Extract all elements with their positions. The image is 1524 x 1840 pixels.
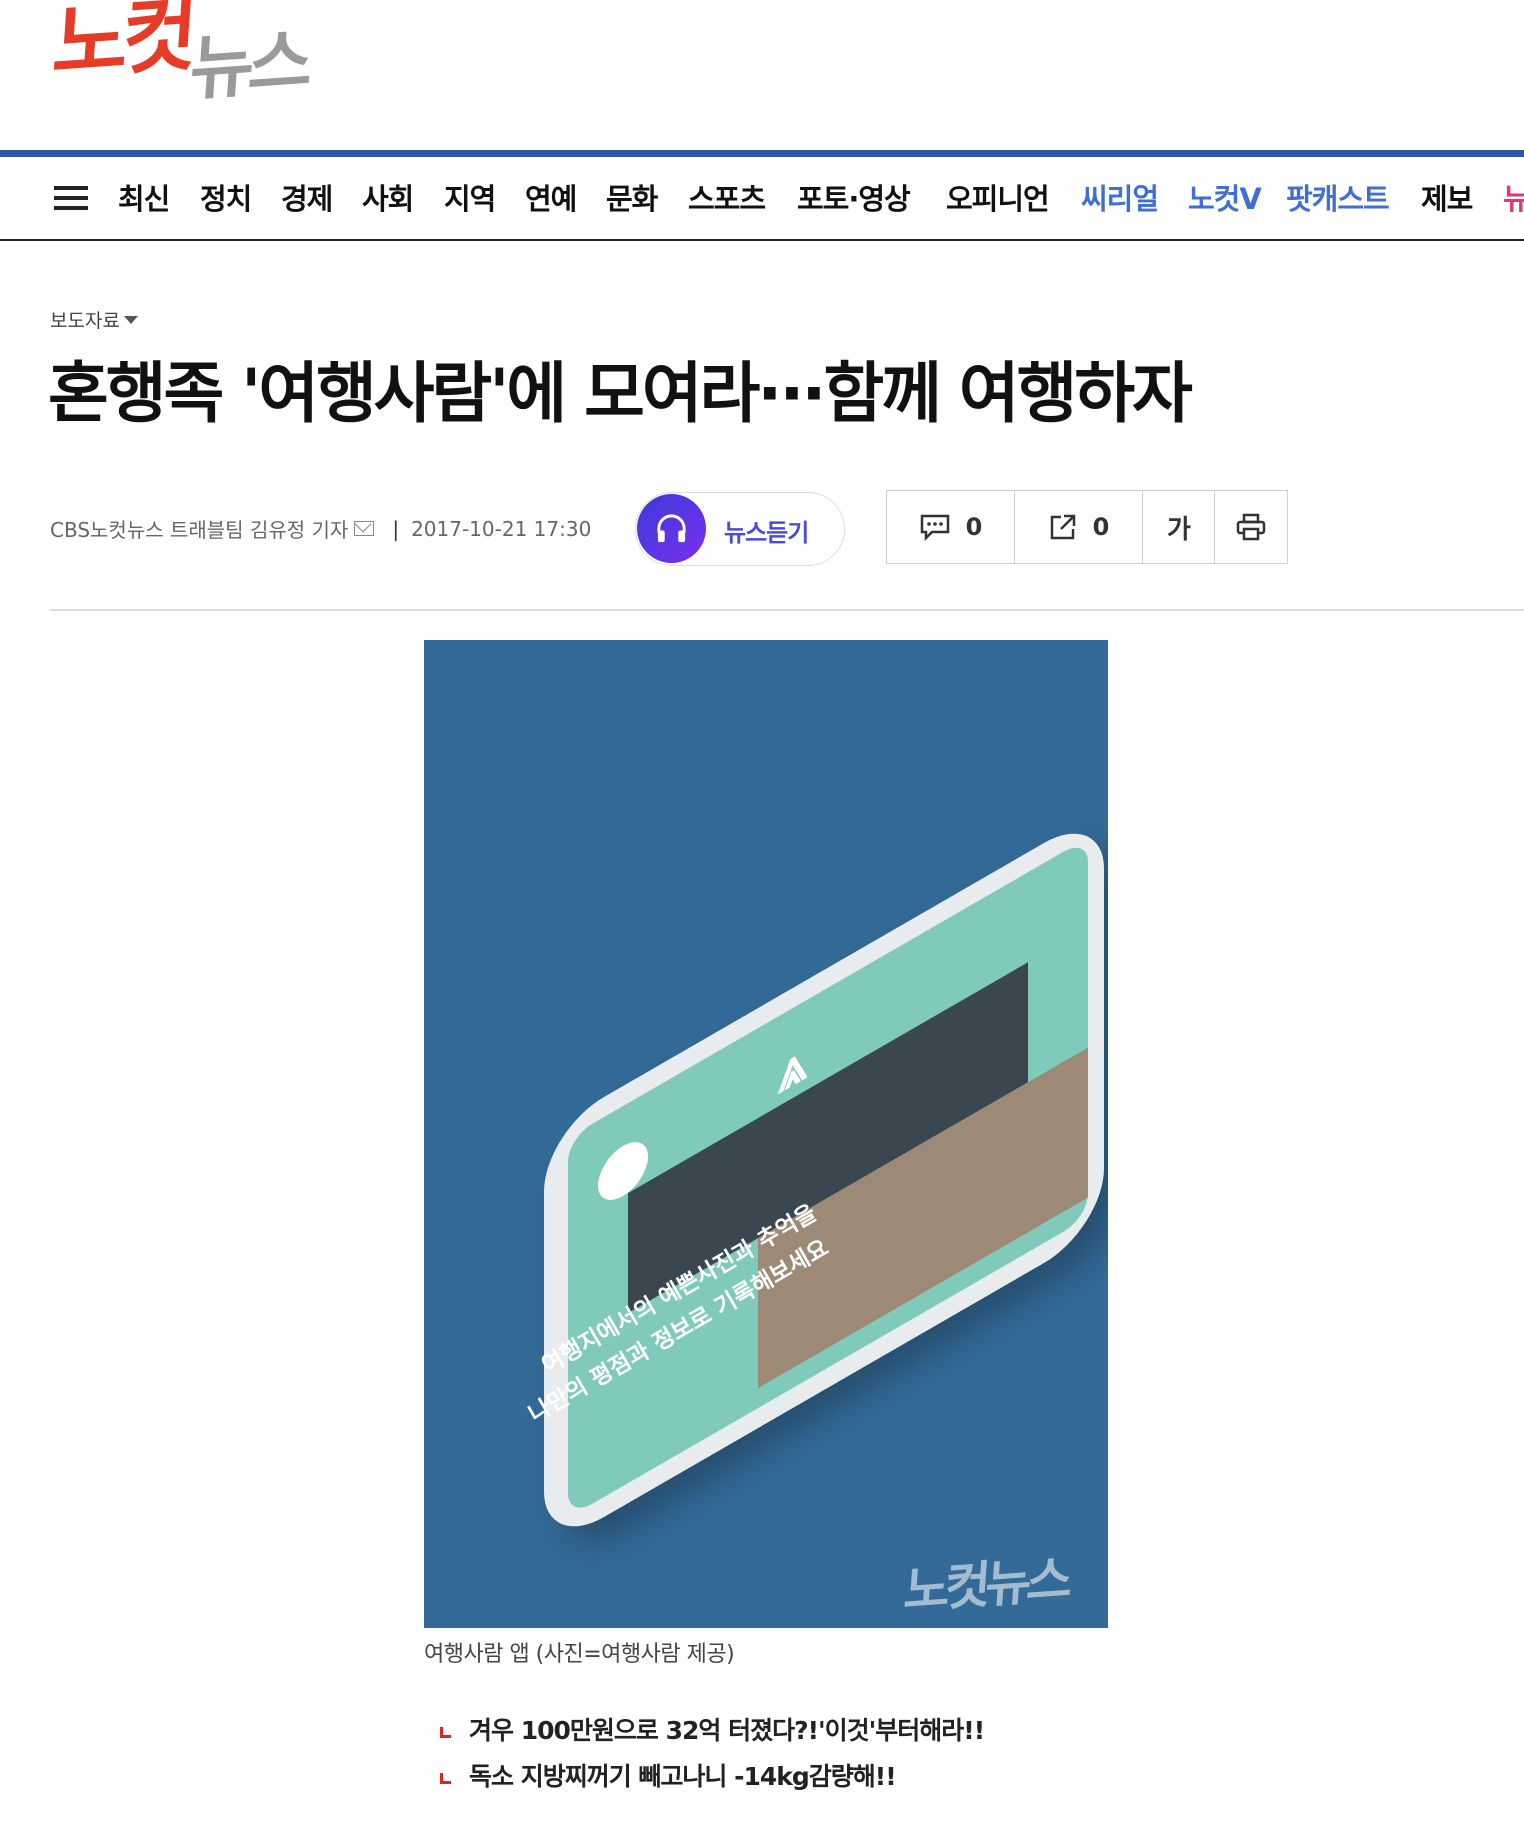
headphones-icon: [637, 494, 706, 563]
photo-watermark: 노컷뉴스: [901, 1550, 1070, 1620]
font-size-label: 가: [1167, 514, 1191, 545]
share-icon: [1050, 514, 1075, 540]
share-count: 0: [1092, 513, 1110, 541]
related-link[interactable]: 독소 지방찌꺼기 빼고나니 -14kg감량해!!: [440, 1752, 984, 1798]
byline-author: CBS노컷뉴스 트래블팀 김유정 기자: [50, 518, 349, 542]
mail-icon[interactable]: [354, 521, 375, 536]
listen-news-button[interactable]: 뉴스듣기: [635, 492, 845, 566]
app-screen-illustration: ⩓: [568, 837, 1088, 1518]
nav-item-sports[interactable]: 스포츠: [688, 180, 766, 218]
bullet-icon: [440, 1726, 451, 1738]
nav-top-border: [0, 150, 1524, 157]
comment-count: 0: [965, 513, 983, 541]
nav-item-politics[interactable]: 정치: [200, 180, 252, 218]
print-button[interactable]: [1214, 490, 1288, 564]
nav-item-culture[interactable]: 문화: [606, 180, 658, 218]
main-nav: 최신 정치 경제 사회 지역 연예 문화 스포츠 포토·영상 오피니언 씨리얼 …: [0, 157, 1524, 241]
byline: CBS노컷뉴스 트래블팀 김유정 기자 | 2017-10-21 17:30: [50, 514, 591, 543]
page: 노컷 뉴스 최신 정치 경제 사회 지역 연예 문화 스포츠 포토·영상 오피니…: [0, 0, 1524, 1840]
comment-button[interactable]: 0: [886, 490, 1016, 564]
phone-illustration: ⩓: [544, 808, 1104, 1552]
related-link-text: 겨우 100만원으로 32억 터졌다?!'이것'부터해라!!: [469, 1716, 985, 1745]
header-divider: [50, 609, 1524, 611]
site-logo[interactable]: 노컷 뉴스: [50, 0, 350, 130]
printer-icon: [1236, 513, 1266, 541]
nav-item-opinion[interactable]: 오피니언: [946, 180, 1050, 218]
caret-down-icon: [123, 316, 138, 324]
nav-item-cereal[interactable]: 씨리얼: [1081, 180, 1159, 218]
hamburger-menu-icon[interactable]: [54, 186, 88, 210]
nav-item-podcast[interactable]: 팟캐스트: [1286, 180, 1390, 218]
nav-item-entertainment[interactable]: 연예: [525, 180, 577, 218]
nav-item-society[interactable]: 사회: [362, 180, 414, 218]
category-dropdown[interactable]: 보도자료: [50, 306, 138, 333]
related-link-text: 독소 지방찌꺼기 빼고나니 -14kg감량해!!: [469, 1762, 897, 1791]
category-label: 보도자료: [50, 310, 120, 332]
image-caption: 여행사람 앱 (사진=여행사람 제공): [424, 1642, 735, 1667]
related-links: 겨우 100만원으로 32억 터졌다?!'이것'부터해라!! 독소 지방찌꺼기 …: [440, 1706, 985, 1798]
nav-item-region[interactable]: 지역: [444, 180, 496, 218]
related-link[interactable]: 겨우 100만원으로 32억 터졌다?!'이것'부터해라!!: [440, 1706, 985, 1752]
nav-item-report[interactable]: 제보: [1421, 180, 1473, 218]
nav-item-news-more[interactable]: 뉴: [1503, 180, 1524, 218]
byline-datetime: 2017-10-21 17:30: [411, 516, 592, 541]
font-size-button[interactable]: 가: [1142, 490, 1216, 564]
share-button[interactable]: 0: [1014, 490, 1144, 564]
byline-separator: |: [392, 516, 400, 541]
logo-text-part1: 노컷: [49, 0, 195, 93]
comment-icon: [920, 514, 949, 541]
nav-item-economy[interactable]: 경제: [281, 180, 333, 218]
nav-item-latest[interactable]: 최신: [118, 180, 170, 218]
nav-item-photo-video[interactable]: 포토·영상: [797, 180, 911, 218]
listen-news-label: 뉴스듣기: [724, 519, 809, 547]
bullet-icon: [440, 1772, 451, 1784]
article-headline: 혼행족 '여행사람'에 모여라···함께 여행하자: [48, 355, 1193, 432]
article-photo: ⩓ 여행지에서의 예쁜사진과 추억을 나만의 평점과 정보로 기록해보세요 노컷…: [424, 640, 1108, 1628]
logo-text-part2: 뉴스: [187, 19, 310, 111]
nav-item-nocutv[interactable]: 노컷V: [1188, 180, 1262, 218]
